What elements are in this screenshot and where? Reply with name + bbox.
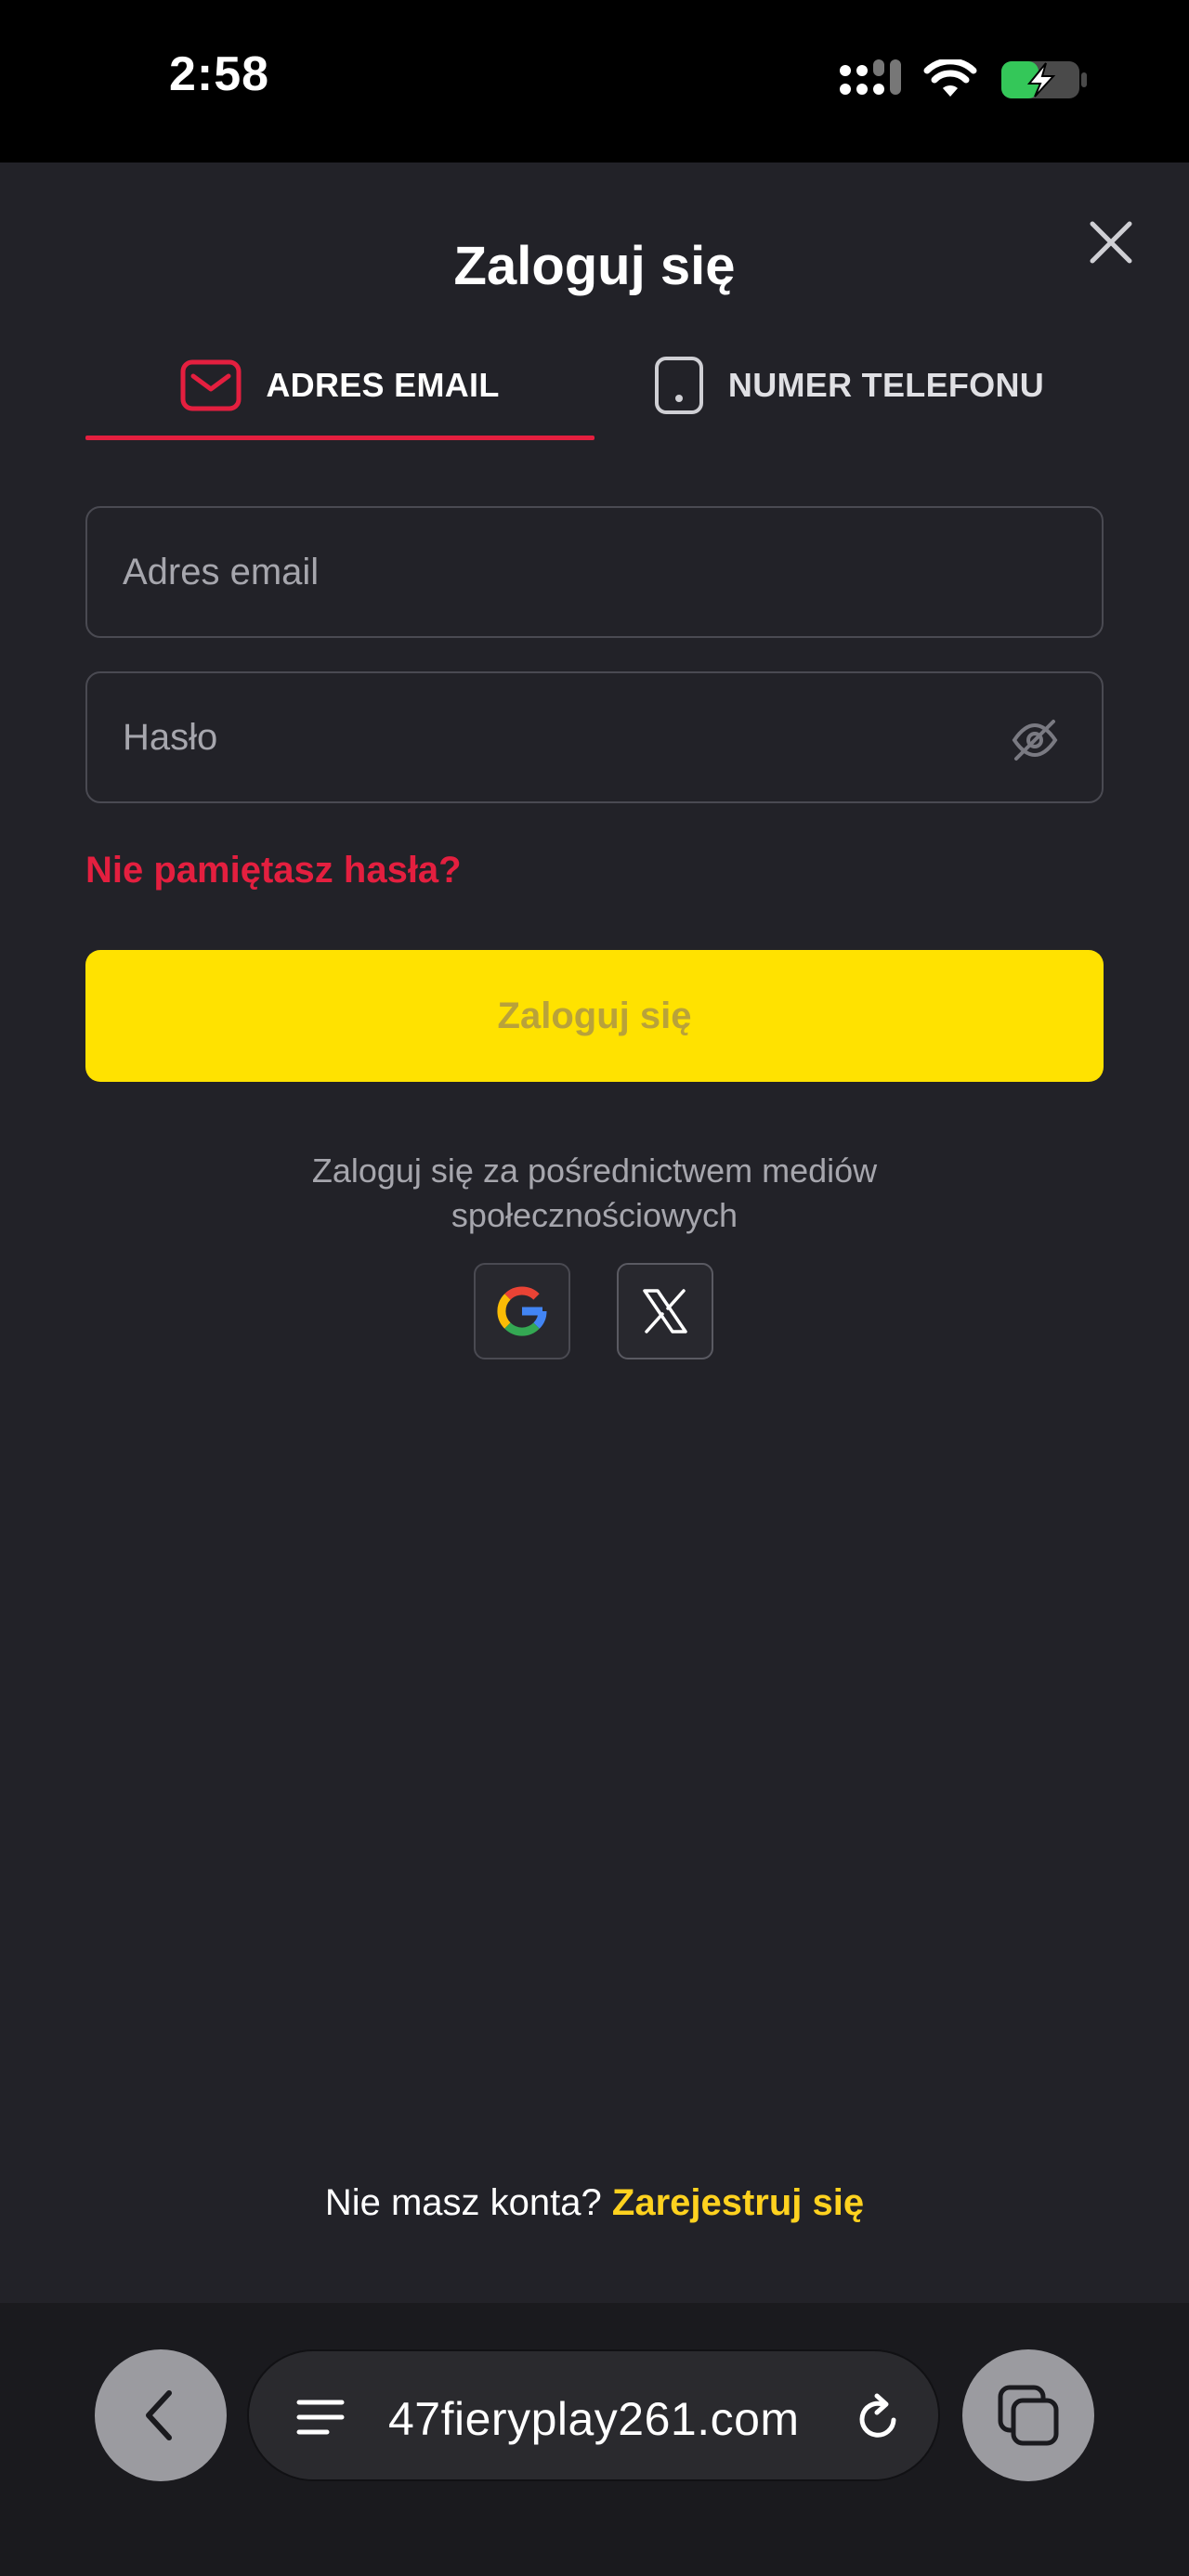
close-icon [1090,221,1132,264]
password-input[interactable] [87,673,1102,801]
address-bar[interactable]: 47fieryplay261.com [247,2349,940,2481]
login-modal: Zaloguj się ADRES EMAIL NUMER TELEFONU A… [0,163,1189,2303]
email-input[interactable] [87,508,1102,636]
back-button[interactable] [95,2349,227,2481]
google-login-button[interactable] [474,1263,570,1360]
tabs-button[interactable] [962,2349,1094,2481]
toggle-password-visibility[interactable] [1009,714,1061,766]
password-field[interactable] [85,671,1104,803]
status-bar: 2:58 [0,0,1189,163]
x-icon [643,1289,687,1334]
register-link[interactable]: Zarejestruj się [612,2182,864,2223]
social-login-text: Zaloguj się za pośrednictwem mediów społ… [311,1151,878,1234]
wifi-icon [923,59,977,97]
battery-charging-icon [1001,61,1087,98]
google-icon [497,1286,547,1336]
url-text[interactable]: 47fieryplay261.com [388,2392,800,2446]
login-method-tabs: ADRES EMAIL NUMER TELEFONU [85,330,1104,441]
tabs-icon [998,2385,1059,2446]
mail-icon [180,359,242,411]
tab-phone-label: NUMER TELEFONU [727,366,1045,404]
tab-email[interactable]: ADRES EMAIL [85,330,594,441]
status-time: 2:58 [169,47,270,101]
eye-off-icon [1012,720,1058,761]
register-prompt-text: Nie masz konta? [324,2182,602,2223]
signal-icon [840,59,901,95]
tab-phone[interactable]: NUMER TELEFONU [594,330,1104,441]
chevron-left-icon [146,2390,172,2440]
active-tab-indicator [85,436,594,440]
close-button[interactable] [1085,216,1137,268]
page-title: Zaloguj się [453,236,736,296]
register-prompt: Nie masz konta? Zarejestruj się [0,2182,1189,2224]
reload-icon[interactable] [855,2392,903,2444]
tab-email-label: ADRES EMAIL [266,366,500,404]
status-icons [836,58,1089,102]
menu-icon[interactable] [295,2395,346,2439]
x-login-button[interactable] [617,1263,713,1360]
browser-toolbar: 47fieryplay261.com [0,2303,1189,2576]
forgot-password-link[interactable]: Nie pamiętasz hasła? [85,850,462,891]
phone-icon [654,357,703,414]
login-button[interactable]: Zaloguj się [85,950,1104,1082]
email-field[interactable] [85,506,1104,638]
